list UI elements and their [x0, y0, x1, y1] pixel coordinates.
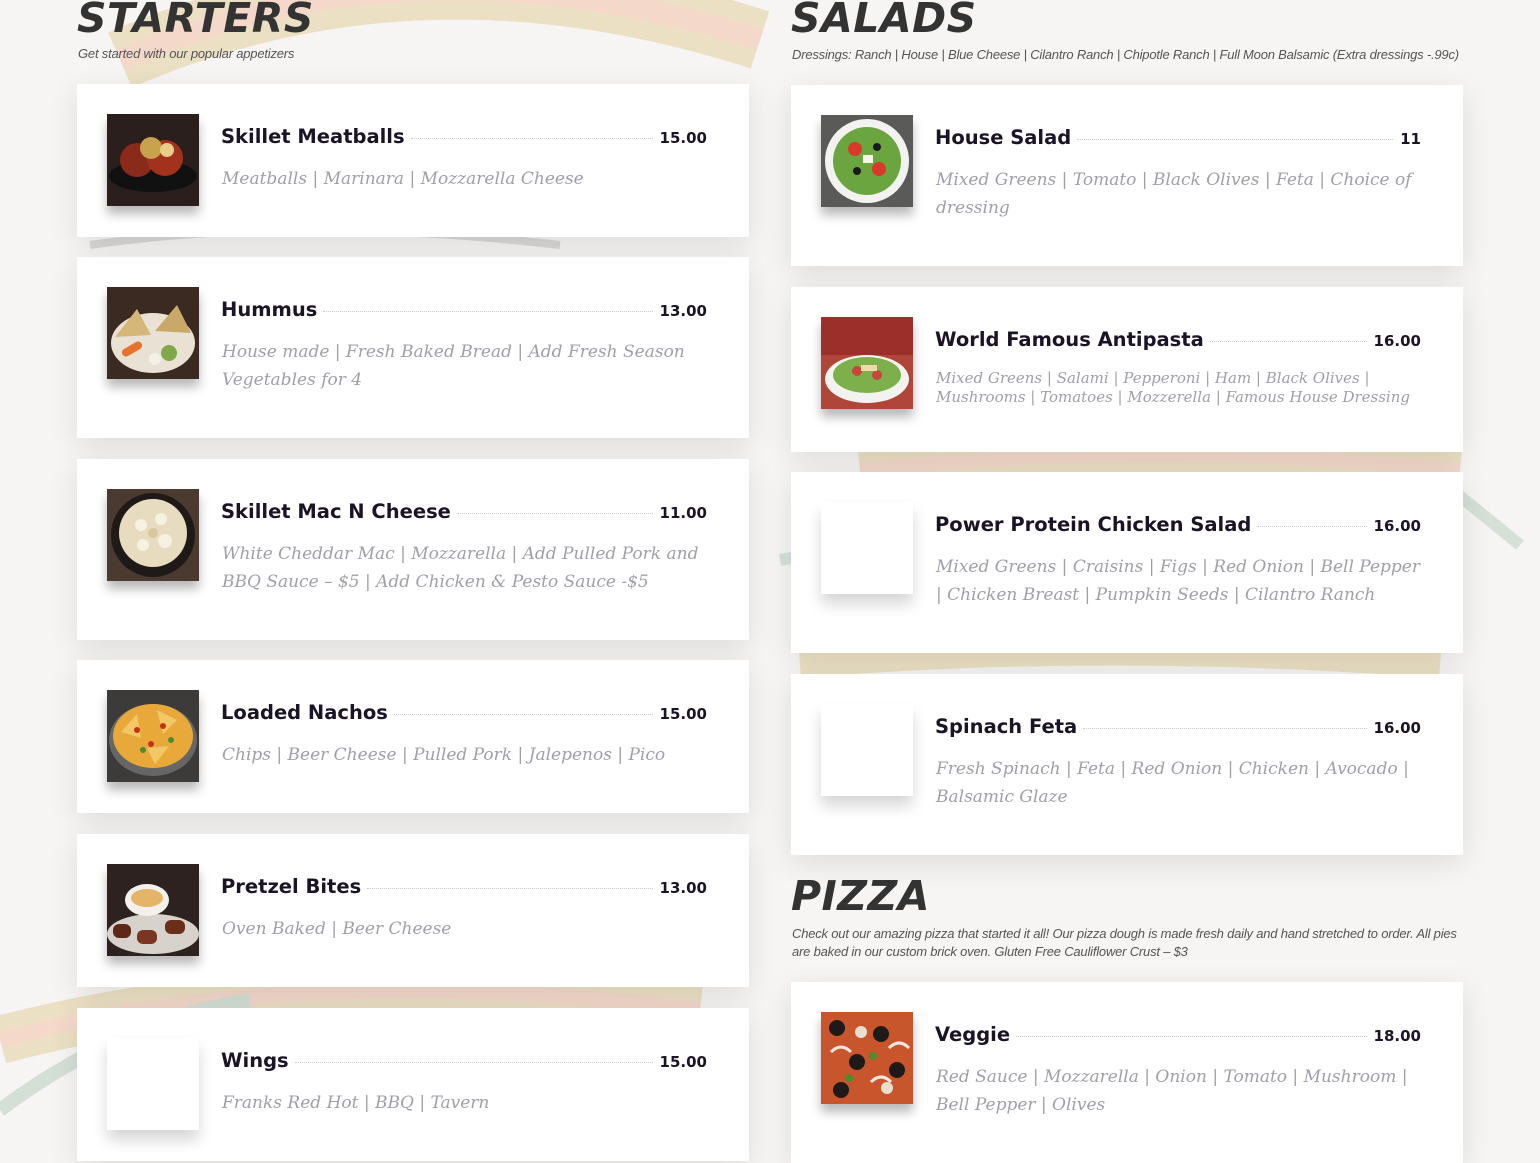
menu-item-card[interactable]: World Famous Antipasta 16.00 Mixed Greens…	[791, 287, 1463, 452]
menu-item-card[interactable]: Loaded Nachos 15.00 Chips | Beer Cheese |…	[77, 660, 749, 813]
blank-photo	[107, 1038, 199, 1130]
leader-dots	[456, 513, 653, 514]
item-name: Loaded Nachos	[221, 701, 388, 724]
salads-subtitle: Dressings: Ranch | House | Blue Cheese |…	[792, 47, 1459, 62]
item-price: 13.00	[659, 879, 707, 897]
item-description: Mixed Greens | Tomato | Black Olives | F…	[936, 170, 1412, 218]
item-name: Power Protein Chicken Salad	[935, 513, 1252, 536]
leader-dots	[1209, 341, 1367, 342]
menu-item-card[interactable]: Pretzel Bites 13.00 Oven Baked | Beer Che…	[77, 834, 749, 987]
antipasta-photo	[821, 317, 913, 409]
item-name: Pretzel Bites	[221, 875, 362, 898]
leader-dots	[410, 138, 653, 139]
item-price: 15.00	[659, 129, 707, 147]
menu-item-card[interactable]: House Salad 11 Mixed Greens | Tomato | Bl…	[791, 85, 1463, 266]
item-name: Spinach Feta	[935, 715, 1078, 738]
pizza-subtitle: Check out our amazing pizza that started…	[792, 926, 1457, 959]
item-description: Mixed Greens | Craisins | Figs | Red Oni…	[936, 557, 1420, 605]
pretzel-bites-photo	[107, 864, 199, 956]
item-description: Mixed Greens | Salami | Pepperoni | Ham …	[936, 369, 1410, 406]
blank-photo	[821, 704, 913, 796]
item-price: 15.00	[659, 1053, 707, 1071]
item-price: 16.00	[1373, 332, 1421, 350]
item-price: 11.00	[659, 504, 707, 522]
item-name: Hummus	[221, 298, 318, 321]
blank-photo	[821, 502, 913, 594]
menu-item-card[interactable]: Skillet Meatballs 15.00 Meatballs | Marin…	[77, 84, 749, 237]
item-description: Oven Baked | Beer Cheese	[222, 919, 452, 939]
menu-item-card[interactable]: Spinach Feta 16.00 Fresh Spinach | Feta |…	[791, 674, 1463, 855]
item-name: Skillet Meatballs	[221, 125, 405, 148]
starters-subtitle: Get started with our popular appetizers	[78, 46, 295, 61]
house-salad-photo	[821, 115, 913, 207]
menu-item-card[interactable]: Wings 15.00 Franks Red Hot | BBQ | Tavern	[77, 1008, 749, 1161]
starters-title: STARTERS	[77, 0, 314, 42]
item-description: White Cheddar Mac | Mozzarella | Add Pul…	[222, 544, 699, 592]
item-price: 13.00	[659, 302, 707, 320]
item-description: Fresh Spinach | Feta | Red Onion | Chick…	[936, 759, 1409, 807]
item-description: Chips | Beer Cheese | Pulled Pork | Jale…	[222, 745, 666, 765]
item-price: 15.00	[659, 705, 707, 723]
menu-item-card[interactable]: Skillet Mac N Cheese 11.00 White Cheddar …	[77, 459, 749, 640]
menu-item-card[interactable]: Hummus 13.00 House made | Fresh Baked Bre…	[77, 257, 749, 438]
item-price: 16.00	[1373, 719, 1421, 737]
leader-dots	[1016, 1036, 1367, 1037]
item-description: Meatballs | Marinara | Mozzarella Cheese	[222, 169, 584, 189]
hummus-photo	[107, 287, 199, 379]
item-name: Veggie	[935, 1023, 1011, 1046]
menu-item-card[interactable]: Power Protein Chicken Salad 16.00 Mixed G…	[791, 472, 1463, 653]
leader-dots	[294, 1062, 653, 1063]
leader-dots	[1077, 139, 1394, 140]
leader-dots	[1083, 728, 1367, 729]
leader-dots	[367, 888, 653, 889]
item-description: House made | Fresh Baked Bread | Add Fre…	[222, 342, 685, 390]
leader-dots	[1257, 526, 1367, 527]
item-name: Wings	[221, 1049, 289, 1072]
item-description: Red Sauce | Mozzarella | Onion | Tomato …	[936, 1067, 1408, 1115]
meatballs-photo	[107, 114, 199, 206]
menu-item-card[interactable]: Veggie 18.00 Red Sauce | Mozzarella | Oni…	[791, 982, 1463, 1163]
veggie-pizza-photo	[821, 1012, 913, 1104]
item-price: 16.00	[1373, 517, 1421, 535]
mac-n-cheese-photo	[107, 489, 199, 581]
leader-dots	[393, 714, 653, 715]
item-name: House Salad	[935, 126, 1072, 149]
pizza-title: PIZZA	[791, 872, 930, 920]
item-name: World Famous Antipasta	[935, 328, 1204, 351]
item-name: Skillet Mac N Cheese	[221, 500, 451, 523]
nachos-photo	[107, 690, 199, 782]
leader-dots	[323, 311, 653, 312]
item-description: Franks Red Hot | BBQ | Tavern	[222, 1093, 490, 1113]
item-price: 11	[1400, 130, 1421, 148]
item-price: 18.00	[1373, 1027, 1421, 1045]
salads-title: SALADS	[791, 0, 977, 42]
